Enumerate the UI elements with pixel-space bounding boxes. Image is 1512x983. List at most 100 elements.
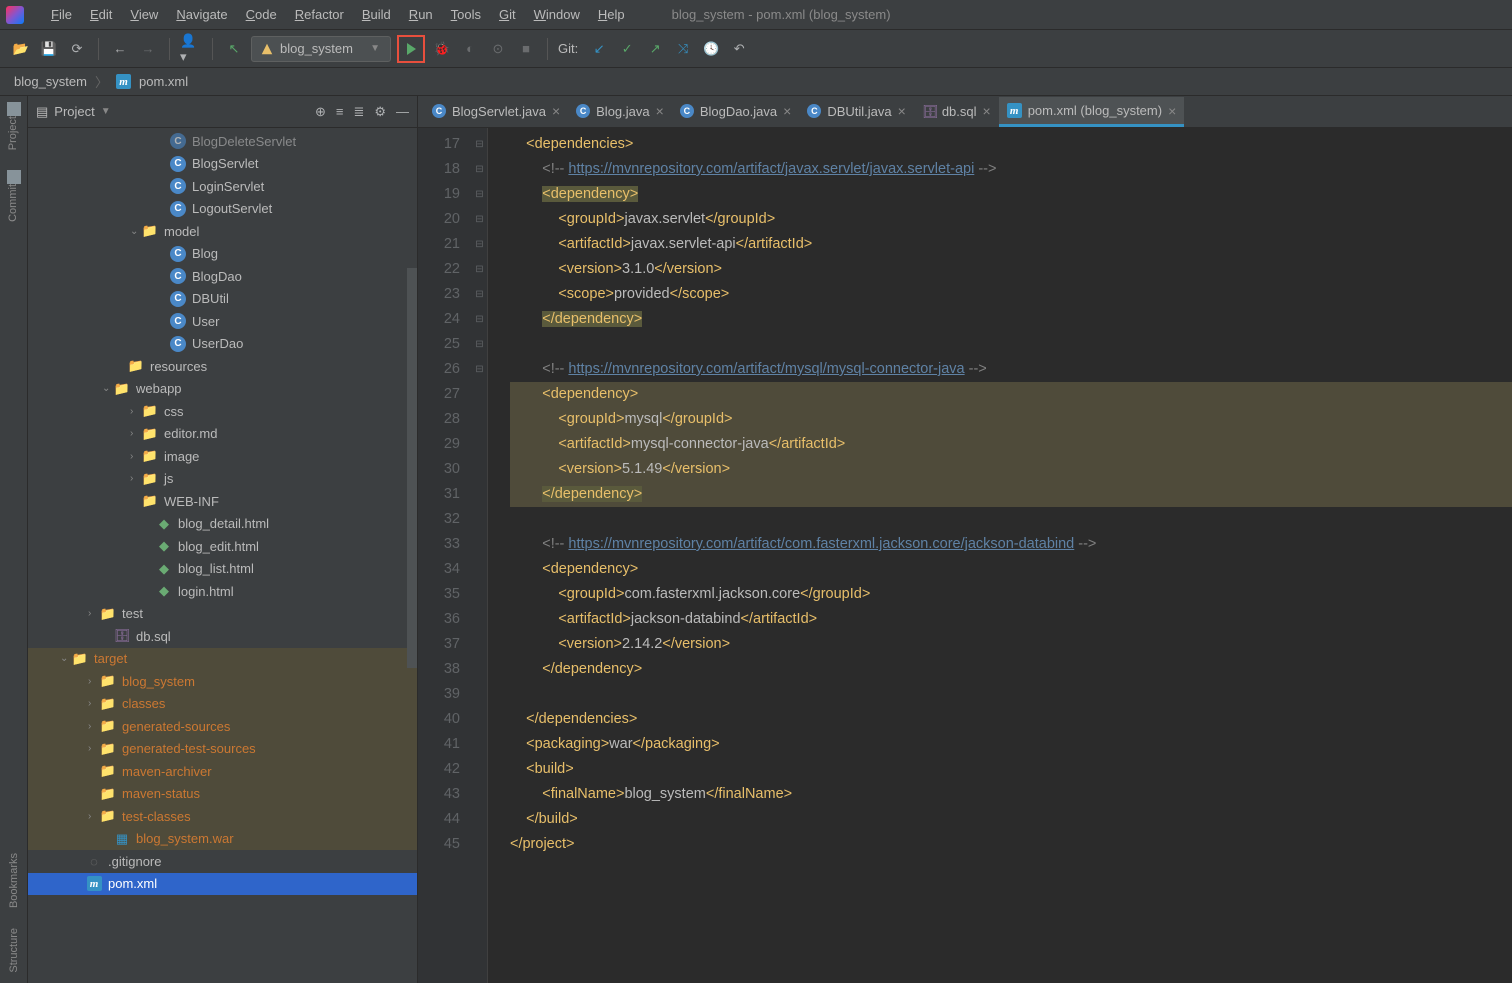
menu-help[interactable]: Help: [589, 7, 634, 22]
close-icon[interactable]: ×: [783, 103, 791, 119]
tree-item-login-html[interactable]: ◆login.html: [28, 580, 417, 603]
tree-item-test-classes[interactable]: ›📁test-classes: [28, 805, 417, 828]
tree-item-user[interactable]: CUser: [28, 310, 417, 333]
tree-item-loginservlet[interactable]: CLoginServlet: [28, 175, 417, 198]
rail-project[interactable]: Project: [7, 102, 21, 150]
tab-pom-xml-blog-system-[interactable]: mpom.xml (blog_system)×: [999, 97, 1185, 127]
tree-item-webapp[interactable]: ⌄📁webapp: [28, 378, 417, 401]
tree-item-test[interactable]: ›📁test: [28, 603, 417, 626]
rail-commit[interactable]: Commit: [7, 170, 21, 222]
tree-item-logoutservlet[interactable]: CLogoutServlet: [28, 198, 417, 221]
git-rollback-icon[interactable]: ↶: [728, 38, 750, 60]
tree-item-classes[interactable]: ›📁classes: [28, 693, 417, 716]
menu-run[interactable]: Run: [400, 7, 442, 22]
tree-item-db-sql[interactable]: 🗄db.sql: [28, 625, 417, 648]
git-compare-icon[interactable]: ⤨: [672, 38, 694, 60]
tree-item-blog-detail-html[interactable]: ◆blog_detail.html: [28, 513, 417, 536]
hammer-icon[interactable]: ↖: [223, 38, 245, 60]
open-icon[interactable]: 📂: [10, 38, 32, 60]
tab-dbutil-java[interactable]: CDBUtil.java×: [799, 97, 913, 127]
tree-item-blogdeleteservlet[interactable]: CBlogDeleteServlet: [28, 130, 417, 153]
code-editor[interactable]: <dependencies> <!-- https://mvnrepositor…: [488, 128, 1512, 983]
close-icon[interactable]: ×: [1168, 103, 1176, 119]
tree-item-blog[interactable]: CBlog: [28, 243, 417, 266]
save-icon[interactable]: 💾: [38, 38, 60, 60]
close-icon[interactable]: ×: [898, 103, 906, 119]
tab-blogdao-java[interactable]: CBlogDao.java×: [672, 97, 800, 127]
rail-bookmarks[interactable]: Bookmarks: [8, 853, 20, 908]
tree-item-blog-system-war[interactable]: ▦blog_system.war: [28, 828, 417, 851]
users-icon[interactable]: 👤▾: [180, 38, 202, 60]
tree-item-dbutil[interactable]: CDBUtil: [28, 288, 417, 311]
tree-item-blog-list-html[interactable]: ◆blog_list.html: [28, 558, 417, 581]
select-opened-icon[interactable]: ⊕: [315, 104, 326, 120]
scrollbar-thumb[interactable]: [407, 268, 417, 668]
git-commit-icon[interactable]: ✓: [616, 38, 638, 60]
run-config-label: blog_system: [280, 41, 353, 56]
git-push-icon[interactable]: ↗: [644, 38, 666, 60]
close-icon[interactable]: ×: [552, 103, 560, 119]
menu-edit[interactable]: Edit: [81, 7, 121, 22]
run-button[interactable]: [397, 35, 425, 63]
menu-window[interactable]: Window: [525, 7, 589, 22]
menu-file[interactable]: File: [42, 7, 81, 22]
tab-blog-java[interactable]: CBlog.java×: [568, 97, 672, 127]
tree-item-css[interactable]: ›📁css: [28, 400, 417, 423]
tree-item-js[interactable]: ›📁js: [28, 468, 417, 491]
close-icon[interactable]: ×: [656, 103, 664, 119]
tree-item-userdao[interactable]: CUserDao: [28, 333, 417, 356]
back-icon[interactable]: ←: [109, 38, 131, 60]
tree-item-maven-status[interactable]: 📁maven-status: [28, 783, 417, 806]
tree-item-pom-xml[interactable]: mpom.xml: [28, 873, 417, 896]
play-icon: [407, 43, 416, 55]
project-tree[interactable]: CBlogDeleteServletCBlogServletCLoginServ…: [28, 128, 417, 983]
menu-build[interactable]: Build: [353, 7, 400, 22]
expand-icon[interactable]: ≡: [336, 104, 344, 120]
tree-item-generated-sources[interactable]: ›📁generated-sources: [28, 715, 417, 738]
git-history-icon[interactable]: 🕓: [700, 38, 722, 60]
menu-tools[interactable]: Tools: [442, 7, 490, 22]
git-update-icon[interactable]: ↙: [588, 38, 610, 60]
chevron-right-icon: 〉: [95, 72, 108, 91]
rail-structure[interactable]: Structure: [8, 928, 20, 973]
editor-area: CBlogServlet.java×CBlog.java×CBlogDao.ja…: [418, 96, 1512, 983]
profile-icon[interactable]: ⊙: [487, 38, 509, 60]
tree-item-blogservlet[interactable]: CBlogServlet: [28, 153, 417, 176]
menu-navigate[interactable]: Navigate: [167, 7, 236, 22]
breadcrumb-root[interactable]: blog_system: [14, 74, 87, 89]
tree-item-resources[interactable]: 📁resources: [28, 355, 417, 378]
tree-item-image[interactable]: ›📁image: [28, 445, 417, 468]
main-menu: FileEditViewNavigateCodeRefactorBuildRun…: [42, 7, 634, 22]
chevron-down-icon[interactable]: ▼: [101, 106, 111, 117]
tree-item-editor-md[interactable]: ›📁editor.md: [28, 423, 417, 446]
fold-gutter[interactable]: ⊟⊟⊟⊟⊟⊟⊟⊟⊟⊟: [472, 128, 488, 983]
hide-icon[interactable]: —: [396, 104, 409, 120]
sync-icon[interactable]: ⟳: [66, 38, 88, 60]
menu-view[interactable]: View: [121, 7, 167, 22]
forward-icon[interactable]: →: [137, 38, 159, 60]
tree-item-maven-archiver[interactable]: 📁maven-archiver: [28, 760, 417, 783]
tree-item--gitignore[interactable]: ◌.gitignore: [28, 850, 417, 873]
menu-refactor[interactable]: Refactor: [286, 7, 353, 22]
menu-code[interactable]: Code: [237, 7, 286, 22]
tree-item-target[interactable]: ⌄📁target: [28, 648, 417, 671]
menu-git[interactable]: Git: [490, 7, 525, 22]
tree-item-blogdao[interactable]: CBlogDao: [28, 265, 417, 288]
debug-icon[interactable]: 🐞: [431, 38, 453, 60]
settings-icon[interactable]: ⚙: [374, 104, 386, 120]
tree-item-blog-edit-html[interactable]: ◆blog_edit.html: [28, 535, 417, 558]
tree-item-generated-test-sources[interactable]: ›📁generated-test-sources: [28, 738, 417, 761]
collapse-icon[interactable]: ≣: [353, 104, 364, 120]
tree-item-web-inf[interactable]: 📁WEB-INF: [28, 490, 417, 513]
tab-blogservlet-java[interactable]: CBlogServlet.java×: [424, 97, 568, 127]
tab-db-sql[interactable]: 🗄db.sql×: [914, 97, 999, 127]
tree-item-model[interactable]: ⌄📁model: [28, 220, 417, 243]
close-icon[interactable]: ×: [983, 103, 991, 119]
run-config-selector[interactable]: blog_system ▼: [251, 36, 391, 62]
stop-icon[interactable]: ■: [515, 38, 537, 60]
sidebar-title: Project: [54, 104, 94, 119]
breadcrumb-file[interactable]: pom.xml: [139, 74, 188, 89]
titlebar: FileEditViewNavigateCodeRefactorBuildRun…: [0, 0, 1512, 30]
tree-item-blog-system[interactable]: ›📁blog_system: [28, 670, 417, 693]
coverage-icon[interactable]: ◐: [459, 38, 481, 60]
